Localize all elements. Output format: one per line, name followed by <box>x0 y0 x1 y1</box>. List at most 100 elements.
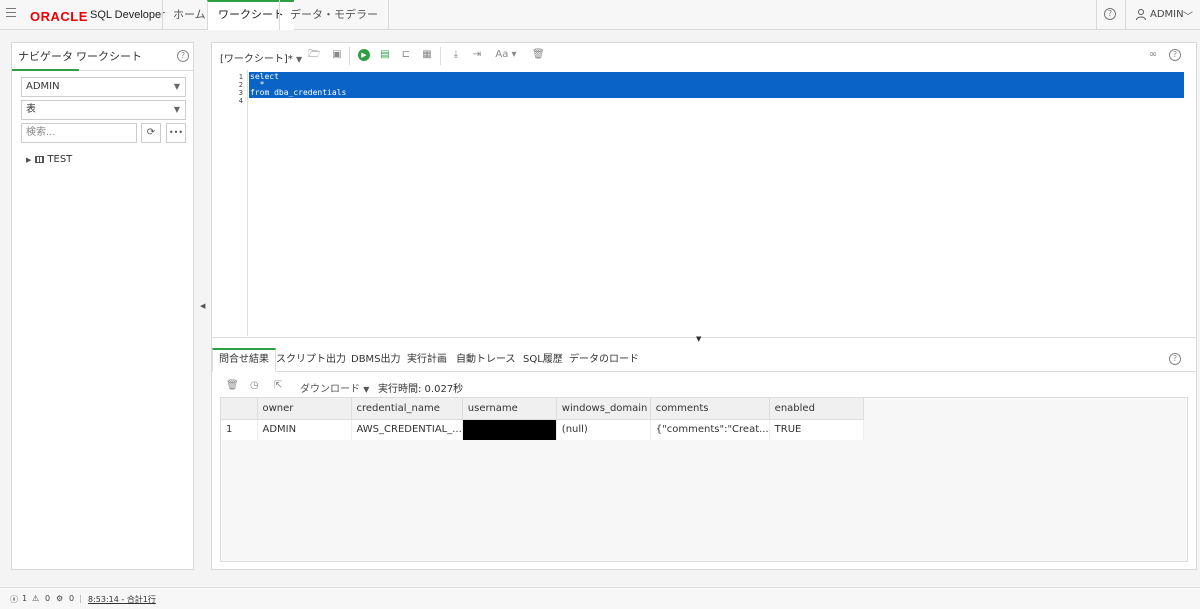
cell-username-redacted[interactable] <box>462 419 557 440</box>
horizontal-splitter[interactable]: ▼ <box>212 335 1196 343</box>
download-button[interactable]: ダウンロード ▼ <box>300 380 369 395</box>
exec-time: 実行時間: 0.027秒 <box>378 384 464 395</box>
table-row[interactable]: 1 ADMIN AWS_CREDENTIAL_... (null) {"comm… <box>221 419 864 440</box>
tab-query-result[interactable]: 問合せ結果 <box>212 348 276 372</box>
run-script-icon[interactable]: ▤ <box>379 49 391 61</box>
help-icon[interactable]: ? <box>177 50 189 62</box>
help-icon[interactable]: ? <box>1169 353 1181 365</box>
object-type-select[interactable]: 表 ▼ <box>21 100 186 120</box>
save-icon[interactable]: ▣ <box>331 49 343 61</box>
autotrace-icon[interactable]: ▦ <box>421 49 433 61</box>
tab-data-modeler[interactable]: データ・モデラー <box>279 0 389 30</box>
collapse-left-icon[interactable]: ◀ <box>200 302 205 310</box>
line-number: 2 <box>238 81 243 89</box>
cell-windows-domain[interactable]: (null) <box>556 419 651 440</box>
divider <box>1096 0 1097 30</box>
divider <box>440 47 441 65</box>
gear-icon[interactable]: ⚙ <box>56 594 63 603</box>
info-count: 0 <box>69 594 75 603</box>
expand-icon[interactable]: ▶ <box>26 156 31 164</box>
binoculars-icon[interactable]: ∞ <box>1147 49 1159 61</box>
more-button[interactable]: ••• <box>166 123 186 143</box>
cell-enabled[interactable]: TRUE <box>769 419 864 440</box>
status-bar: ⓧ 1 ⚠ 0 ⚙ 0 | 8:53:14 - 合計1行 <box>0 587 1200 609</box>
open-external-icon[interactable]: ⇱ <box>274 380 282 391</box>
column-header[interactable]: username <box>462 398 557 420</box>
menu-icon[interactable] <box>6 8 16 18</box>
navigator-tabs: ナビゲータ ワークシート ? <box>12 43 193 71</box>
sql-editor[interactable]: 1 2 3 4 select * from dba_credentials <box>212 70 1196 336</box>
column-header[interactable]: comments <box>650 398 770 420</box>
error-icon[interactable]: ⓧ <box>10 594 18 605</box>
code-line[interactable]: from dba_credentials <box>250 88 346 97</box>
line-number: 4 <box>238 97 243 105</box>
open-icon[interactable]: 🗁 <box>308 49 320 61</box>
search-input[interactable]: 検索... <box>21 123 137 143</box>
clock-icon[interactable]: ◷ <box>250 380 259 391</box>
column-header[interactable]: enabled <box>769 398 864 420</box>
help-icon[interactable]: ? <box>1104 8 1116 20</box>
explain-plan-icon[interactable]: ⊏ <box>400 49 412 61</box>
search-placeholder: 検索... <box>26 127 56 138</box>
download-icon[interactable]: ⤓ <box>450 49 462 61</box>
product-name: SQL Developer <box>90 9 165 21</box>
tree-item-label: TEST <box>47 154 73 165</box>
user-icon[interactable] <box>1136 9 1146 20</box>
format-icon[interactable]: ⇥ <box>471 49 483 61</box>
warning-icon[interactable]: ⚠ <box>32 594 39 603</box>
tab-sql-history[interactable]: SQL履歴 <box>517 348 569 372</box>
tree-item-test[interactable]: ▶ TEST <box>26 154 72 165</box>
object-type-value: 表 <box>26 104 36 115</box>
font-case-icon[interactable]: Aa ▾ <box>495 49 517 61</box>
tab-nav-worksheet[interactable]: ワークシート <box>70 43 148 71</box>
row-number-header <box>221 398 258 420</box>
row-number: 1 <box>221 419 258 440</box>
warning-count: 0 <box>45 594 51 603</box>
cell-credential-name[interactable]: AWS_CREDENTIAL_... <box>351 419 463 440</box>
oracle-logo: ORACLE <box>30 9 88 24</box>
tab-explain-plan[interactable]: 実行計画 <box>401 348 453 372</box>
column-header[interactable]: windows_domain <box>556 398 651 420</box>
refresh-icon[interactable]: ⟳ <box>141 123 161 143</box>
tab-data-load[interactable]: データのロード <box>563 348 645 372</box>
divider <box>349 47 350 65</box>
app-header: ORACLE SQL Developer ホーム ワークシート データ・モデラー… <box>0 0 1200 30</box>
results-grid: owner credential_name username windows_d… <box>220 397 1188 562</box>
user-name[interactable]: ADMIN <box>1150 9 1184 20</box>
column-header[interactable]: credential_name <box>351 398 463 420</box>
line-number: 1 <box>238 73 243 81</box>
line-gutter: 1 2 3 4 <box>212 70 248 336</box>
collapse-down-icon[interactable]: ▼ <box>696 335 701 343</box>
vertical-splitter[interactable]: ◀ <box>198 42 206 570</box>
results-tabs: 問合せ結果 スクリプト出力 DBMS出力 実行計画 自動トレース SQL履歴 デ… <box>212 348 1196 372</box>
text-selection <box>249 72 1184 98</box>
tab-autotrace[interactable]: 自動トレース <box>450 348 522 372</box>
schema-select[interactable]: ADMIN ▼ <box>21 77 186 97</box>
schema-value: ADMIN <box>26 81 60 92</box>
cell-owner[interactable]: ADMIN <box>257 419 352 440</box>
caret-down-icon: ▼ <box>173 105 180 114</box>
delete-icon[interactable]: 🗑 <box>226 380 239 391</box>
divider <box>1125 0 1126 30</box>
status-message-link[interactable]: 8:53:14 - 合計1行 <box>88 594 156 605</box>
header-row: owner credential_name username windows_d… <box>221 398 864 420</box>
results-table: owner credential_name username windows_d… <box>221 398 864 440</box>
cell-comments[interactable]: {"comments":"Creat... <box>650 419 770 440</box>
worksheet-title[interactable]: [ワークシート]* ▼ <box>220 50 302 65</box>
divider: | <box>79 594 82 603</box>
table-icon <box>35 155 45 163</box>
navigator-panel: ナビゲータ ワークシート ? ADMIN ▼ 表 ▼ 検索... ⟳ ••• ▶… <box>11 42 194 570</box>
column-header[interactable]: owner <box>257 398 352 420</box>
tab-navigator[interactable]: ナビゲータ <box>12 43 79 71</box>
line-number: 3 <box>238 89 243 97</box>
caret-down-icon: ▼ <box>173 82 180 91</box>
worksheet-toolbar: [ワークシート]* ▼ 🗁 ▣ ▶ ▤ ⊏ ▦ ⤓ ⇥ Aa ▾ 🗑 ∞ ? <box>212 43 1196 69</box>
chevron-down-icon[interactable]: ﹀ <box>1183 8 1193 23</box>
results-toolbar: 🗑 ◷ ⇱ ダウンロード ▼ 実行時間: 0.027秒 <box>220 376 1188 398</box>
run-statement-icon[interactable]: ▶ <box>358 49 370 61</box>
tab-script-output[interactable]: スクリプト出力 <box>270 348 352 372</box>
help-icon[interactable]: ? <box>1169 49 1181 61</box>
tab-dbms-output[interactable]: DBMS出力 <box>345 348 407 372</box>
worksheet-panel: [ワークシート]* ▼ 🗁 ▣ ▶ ▤ ⊏ ▦ ⤓ ⇥ Aa ▾ 🗑 ∞ ? 1… <box>211 42 1197 570</box>
delete-icon[interactable]: 🗑 <box>532 49 545 61</box>
